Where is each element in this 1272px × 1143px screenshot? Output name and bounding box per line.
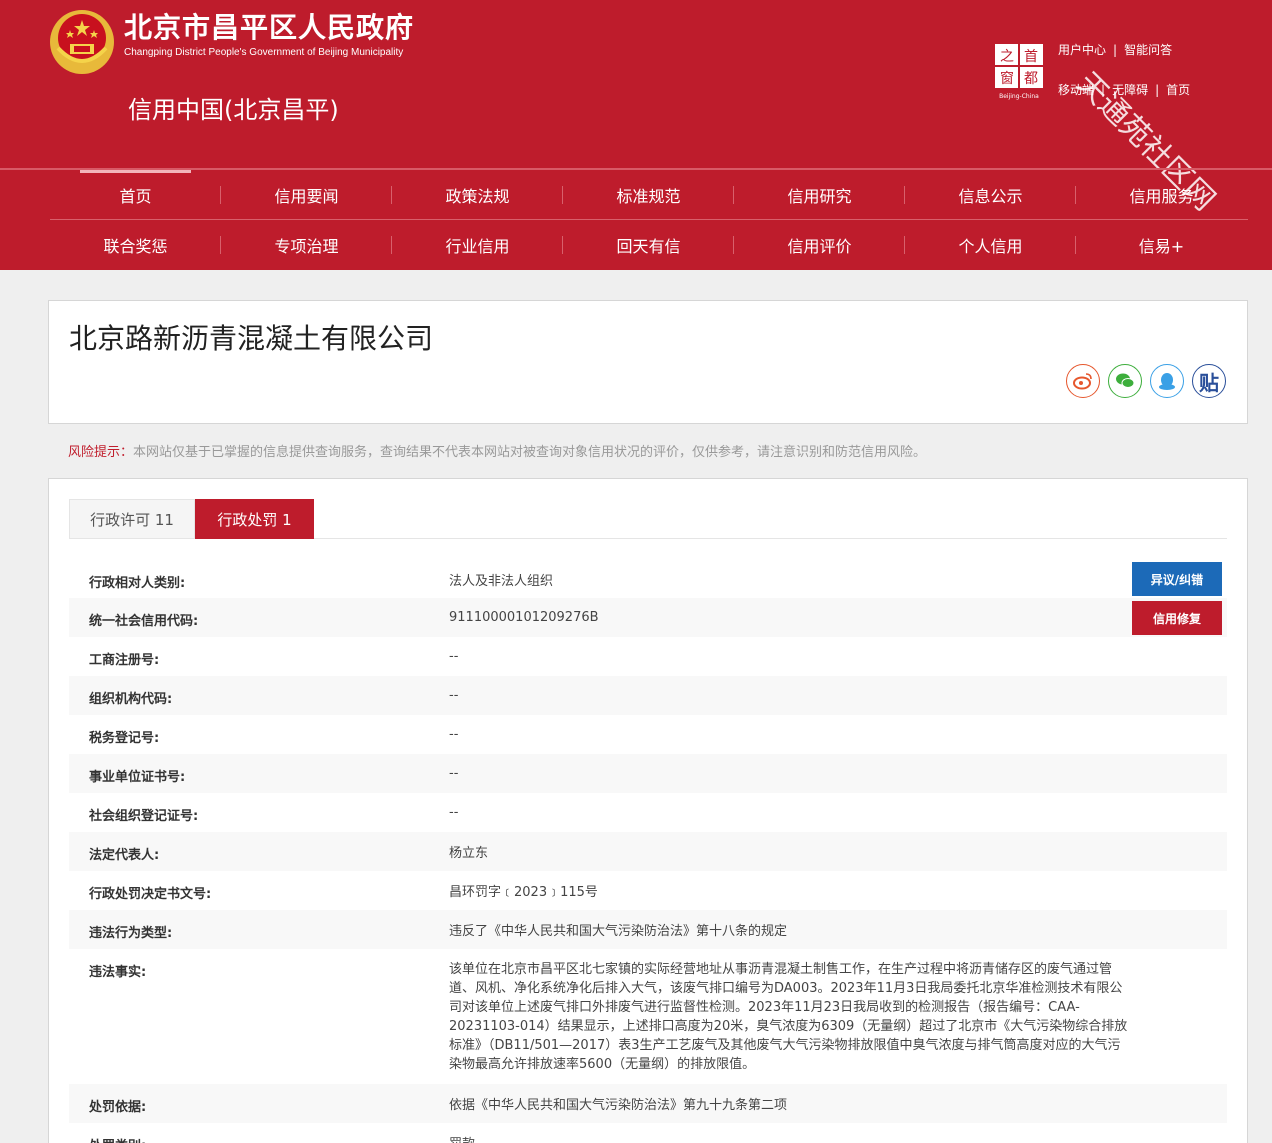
- main-nav-row1: 首页 信用要闻 政策法规 标准规范 信用研究 信息公示 信用服务: [50, 170, 1248, 220]
- detail-row: 事业单位证书号: --: [69, 754, 1227, 793]
- detail-row: 行政相对人类别: 法人及非法人组织: [69, 560, 1227, 598]
- capital-logo-char: 之: [1000, 49, 1014, 65]
- home-link[interactable]: 首页: [1166, 83, 1190, 97]
- company-header: 北京路新沥青混凝土有限公司 贴: [48, 300, 1248, 424]
- weibo-icon[interactable]: [1066, 364, 1100, 398]
- detail-value: 该单位在北京市昌平区北七家镇的实际经营地址从事沥青混凝土制售工作，在生产过程中将…: [449, 962, 1128, 1072]
- detail-label: 违法事实:: [89, 965, 147, 980]
- detail-value: --: [449, 688, 459, 703]
- detail-value: 法人及非法人组织: [449, 574, 554, 589]
- company-name: 北京路新沥青混凝土有限公司: [69, 322, 434, 355]
- smart-qa-link[interactable]: 智能问答: [1124, 43, 1172, 57]
- capital-logo-char: 都: [1024, 71, 1038, 87]
- detail-value: --: [449, 649, 459, 664]
- main-nav-row2: 联合奖惩 专项治理 行业信用 回天有信 信用评价 个人信用 信易+: [50, 220, 1248, 270]
- detail-value: 91110000101209276B: [449, 610, 599, 625]
- detail-label: 违法行为类型:: [89, 926, 173, 941]
- capital-logo-char: 首: [1024, 49, 1038, 65]
- record-tabs: 行政许可 11 行政处罚 1: [69, 499, 1227, 539]
- detail-row: 组织机构代码: --: [69, 676, 1227, 715]
- detail-value: --: [449, 727, 459, 742]
- nav-item-credit-service[interactable]: 信用服务: [1076, 170, 1247, 220]
- detail-label: 处罚依据:: [89, 1100, 147, 1115]
- detail-row: 行政处罚决定书文号: 昌环罚字﹝2023﹞115号: [69, 871, 1227, 910]
- nav-item-standards[interactable]: 标准规范: [563, 170, 734, 220]
- nav-item-industry-credit[interactable]: 行业信用: [392, 220, 563, 270]
- top-links-row1: 用户中心 | 智能问答: [1058, 43, 1173, 57]
- credit-repair-button[interactable]: 信用修复: [1132, 601, 1222, 635]
- site-header: 北京市昌平区人民政府 Changping District People's G…: [0, 0, 1272, 270]
- detail-label: 法定代表人:: [89, 848, 160, 863]
- capital-window-logo[interactable]: 之 首 窗 都 Beijing-China: [993, 42, 1049, 100]
- risk-label: 风险提示：: [68, 445, 134, 460]
- detail-row: 违法行为类型: 违反了《中华人民共和国大气污染防治法》第十八条的规定: [69, 910, 1227, 949]
- wechat-icon[interactable]: [1108, 364, 1142, 398]
- qq-icon[interactable]: [1150, 364, 1184, 398]
- detail-label: 工商注册号:: [89, 653, 160, 668]
- detail-value: 违反了《中华人民共和国大气污染防治法》第十八条的规定: [449, 924, 788, 939]
- capital-logo-caption: Beijing-China: [999, 93, 1039, 100]
- risk-text: 本网站仅基于已掌握的信息提供查询服务，查询结果不代表本网站对被查询对象信用状况的…: [133, 445, 927, 460]
- detail-value: 杨立东: [449, 846, 489, 861]
- detail-value: 罚款: [449, 1135, 475, 1143]
- detail-row: 税务登记号: --: [69, 715, 1227, 754]
- record-panel: 行政许可 11 行政处罚 1 行政相对人类别: 法人及非法人组织 统一社会信用代…: [48, 478, 1248, 1143]
- detail-row: 处罚依据: 依据《中华人民共和国大气污染防治法》第九十九条第二项: [69, 1084, 1227, 1123]
- detail-row: 处罚类别: 罚款: [69, 1123, 1227, 1143]
- detail-label: 行政处罚决定书文号:: [89, 887, 212, 902]
- detail-value: --: [449, 805, 459, 820]
- nav-item-research[interactable]: 信用研究: [734, 170, 905, 220]
- detail-label: 行政相对人类别:: [89, 576, 186, 591]
- nav-item-credit-rating[interactable]: 信用评价: [734, 220, 905, 270]
- nav-item-joint-reward[interactable]: 联合奖惩: [50, 220, 221, 270]
- detail-label: 处罚类别:: [89, 1135, 146, 1143]
- nav-item-special-governance[interactable]: 专项治理: [221, 220, 392, 270]
- nav-item-personal-credit[interactable]: 个人信用: [905, 220, 1076, 270]
- page-title: 信用中国(北京昌平): [128, 96, 339, 124]
- detail-label: 税务登记号:: [89, 731, 160, 746]
- detail-label: 统一社会信用代码:: [89, 614, 199, 629]
- detail-label: 事业单位证书号:: [89, 770, 186, 785]
- detail-label: 社会组织登记证号:: [89, 809, 199, 824]
- nav-item-credit-news[interactable]: 信用要闻: [221, 170, 392, 220]
- risk-notice: 风险提示：本网站仅基于已掌握的信息提供查询服务，查询结果不代表本网站对被查询对象…: [68, 441, 926, 460]
- nav-item-home[interactable]: 首页: [50, 170, 221, 220]
- detail-value: 依据《中华人民共和国大气污染防治法》第九十九条第二项: [449, 1098, 788, 1113]
- nav-item-xinyi-plus[interactable]: 信易+: [1076, 220, 1247, 270]
- tab-admin-penalty[interactable]: 行政处罚 1: [195, 499, 314, 539]
- nav-item-huitian[interactable]: 回天有信: [563, 220, 734, 270]
- detail-value: --: [449, 766, 459, 781]
- tab-admin-permit[interactable]: 行政许可 11: [69, 499, 195, 539]
- tieba-icon[interactable]: 贴: [1192, 364, 1226, 398]
- national-emblem-icon: [50, 10, 114, 74]
- detail-row: 统一社会信用代码: 91110000101209276B: [69, 598, 1227, 637]
- site-subtitle: Changping District People's Government o…: [124, 47, 404, 58]
- detail-row: 法定代表人: 杨立东: [69, 832, 1227, 871]
- detail-row: 社会组织登记证号: --: [69, 793, 1227, 832]
- detail-label: 组织机构代码:: [89, 692, 173, 707]
- objection-button[interactable]: 异议/纠错: [1132, 562, 1222, 596]
- detail-row: 违法事实: 该单位在北京市昌平区北七家镇的实际经营地址从事沥青混凝土制售工作，在…: [69, 949, 1227, 1084]
- site-title: 北京市昌平区人民政府: [124, 11, 415, 44]
- detail-value: 昌环罚字﹝2023﹞115号: [449, 885, 598, 900]
- nav-item-disclosure[interactable]: 信息公示: [905, 170, 1076, 220]
- nav-item-policy[interactable]: 政策法规: [392, 170, 563, 220]
- detail-row: 工商注册号: --: [69, 637, 1227, 676]
- capital-logo-char: 窗: [1000, 70, 1014, 87]
- user-center-link[interactable]: 用户中心: [1058, 43, 1106, 57]
